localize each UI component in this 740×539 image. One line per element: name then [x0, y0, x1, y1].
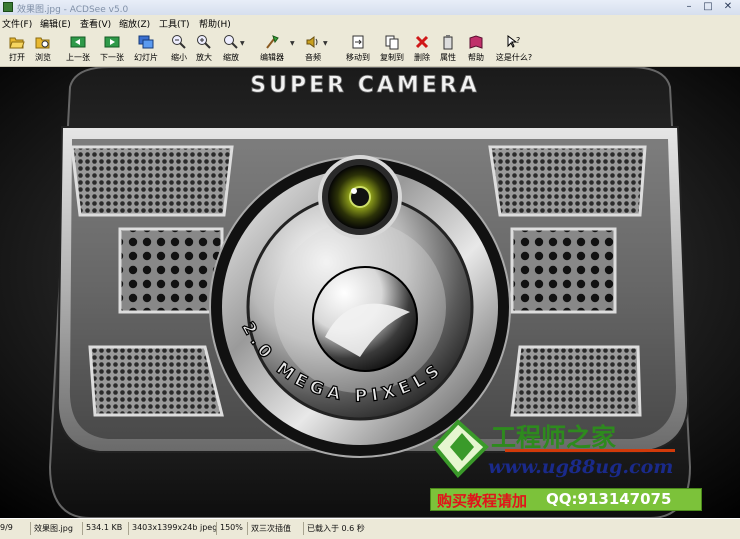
audio-button[interactable]: 音频: [301, 32, 325, 65]
menu-view[interactable]: 查看(V): [80, 17, 111, 30]
menu-file[interactable]: 文件(F): [2, 17, 32, 30]
menu-edit[interactable]: 编辑(E): [40, 17, 71, 30]
copy-to-icon: [385, 35, 399, 50]
zoom-icon: [224, 35, 238, 49]
delete-x-icon: [415, 35, 429, 49]
status-dimensions: 3403x1399x24b jpeg: [132, 523, 218, 532]
zoom-dropdown-arrow-icon[interactable]: ▼: [240, 40, 245, 47]
zoom-out-button[interactable]: 缩小: [168, 32, 190, 65]
promo-text: 购买教程请加: [437, 492, 528, 510]
help-button[interactable]: 帮助: [464, 32, 488, 65]
whats-this-cursor-icon: ?: [507, 35, 520, 48]
app-icon: [3, 2, 13, 12]
zoom-button[interactable]: 缩放: [219, 32, 243, 65]
status-separator: [30, 522, 31, 535]
next-button[interactable]: 下一张: [96, 32, 128, 65]
status-load-time: 已载入于 0.6 秒: [307, 524, 365, 533]
status-separator: [82, 522, 83, 535]
watermark-site-name: 工程师之家: [491, 423, 617, 452]
audio-dropdown-arrow-icon[interactable]: ▼: [323, 40, 328, 47]
status-separator: [128, 522, 129, 535]
slideshow-icon: [138, 35, 154, 49]
menu-bar: 文件(F) 编辑(E) 查看(V) 缩放(Z) 工具(T) 帮助(H): [0, 15, 740, 30]
speaker-icon: [306, 36, 318, 48]
menu-help[interactable]: 帮助(H): [199, 17, 231, 30]
status-bar: 9/9 效果图.jpg 534.1 KB 3403x1399x24b jpeg …: [0, 518, 740, 539]
whats-this-button[interactable]: ? 这是什么?: [494, 32, 534, 65]
previous-button[interactable]: 上一张: [62, 32, 94, 65]
promo-qq: QQ:913147075: [546, 490, 672, 508]
status-separator: [303, 522, 304, 535]
toolbar: 打开 浏览 上一张 下一张 幻灯片 缩小 放大 缩放 ▼ 编辑器 ▼ 音频 ▼ …: [0, 30, 740, 67]
watermark-url: www.ug88ug.com: [488, 456, 674, 478]
editor-dropdown-arrow-icon[interactable]: ▼: [290, 40, 295, 47]
svg-text:?: ?: [516, 36, 520, 45]
help-book-icon: [469, 35, 483, 49]
browse-folder-icon: [35, 37, 50, 49]
move-to-icon: [352, 35, 364, 49]
open-button[interactable]: 打开: [4, 32, 30, 65]
brand-text: SUPER CAMERA: [250, 73, 480, 98]
close-icon[interactable]: ✕: [719, 0, 737, 13]
title-bar: 效果图.jpg - ACDSee v5.0 – □ ✕: [0, 0, 740, 16]
status-filename: 效果图.jpg: [34, 524, 73, 533]
status-separator: [216, 522, 217, 535]
delete-button[interactable]: 删除: [410, 32, 434, 65]
zoom-in-icon: [197, 35, 211, 49]
browse-button[interactable]: 浏览: [30, 32, 56, 65]
zoom-in-button[interactable]: 放大: [193, 32, 215, 65]
properties-button[interactable]: 属性: [436, 32, 460, 65]
status-separator: [247, 522, 248, 535]
window-title: 效果图.jpg - ACDSee v5.0: [17, 5, 129, 15]
next-image-icon: [104, 36, 120, 48]
status-filesize: 534.1 KB: [86, 523, 123, 532]
move-to-button[interactable]: 移动到: [343, 32, 373, 65]
slideshow-button[interactable]: 幻灯片: [131, 32, 161, 65]
status-zoom: 150%: [220, 523, 243, 532]
editor-brush-icon: [266, 35, 279, 49]
menu-zoom[interactable]: 缩放(Z): [119, 17, 150, 30]
maximize-icon[interactable]: □: [699, 0, 717, 13]
menu-tools[interactable]: 工具(T): [159, 17, 190, 30]
image-viewer[interactable]: SUPER CAMERA 2.0 MEGA PIXELS 工程师之家 www.u…: [0, 67, 740, 518]
status-index: 9/9: [0, 523, 13, 532]
properties-icon: [443, 35, 453, 50]
promo-banner: 购买教程请加 QQ:913147075: [430, 488, 702, 511]
editor-button[interactable]: 编辑器: [256, 32, 288, 65]
previous-image-icon: [70, 36, 86, 48]
camera-image: SUPER CAMERA 2.0 MEGA PIXELS: [0, 67, 740, 518]
copy-to-button[interactable]: 复制到: [377, 32, 407, 65]
status-filter: 双三次插值: [251, 524, 291, 533]
zoom-out-icon: [172, 35, 186, 49]
folder-open-icon: [9, 37, 25, 49]
minimize-icon[interactable]: –: [680, 0, 698, 13]
